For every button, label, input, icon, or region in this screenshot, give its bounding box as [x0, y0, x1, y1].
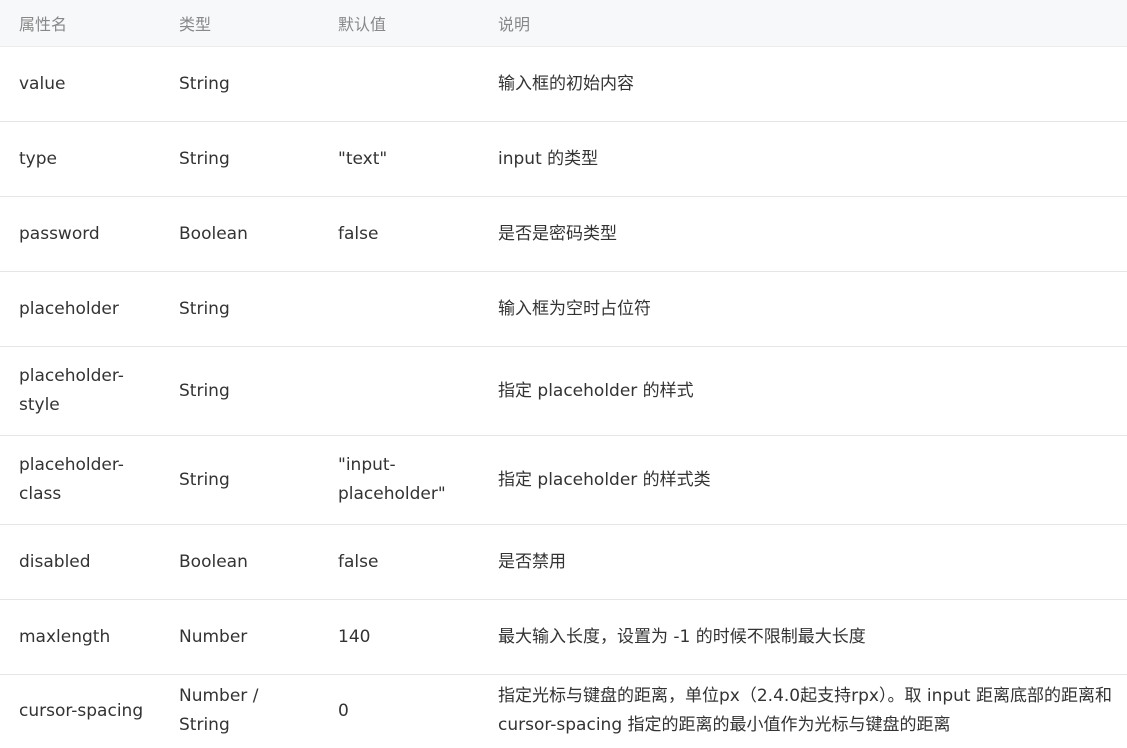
cell-type: String: [160, 121, 319, 197]
cell-description: 输入框为空时占位符: [479, 271, 1127, 347]
cell-type: String: [160, 346, 319, 436]
properties-table: 属性名 类型 默认值 说明 value String 输入框的初始内容 type…: [0, 0, 1127, 747]
cell-name: cursor-spacing: [19, 700, 144, 721]
cell-description: 指定光标与键盘的距离，单位px（2.4.0起支持rpx）。取 input 距离底…: [498, 686, 1112, 735]
cell-description: 是否是密码类型: [479, 196, 1127, 272]
cell-type: Number / String: [179, 686, 259, 735]
table-row: placeholder String 输入框为空时占位符: [0, 271, 1127, 347]
cell-type: Boolean: [160, 524, 319, 600]
cell-default: "input-placeholder": [319, 435, 479, 525]
table-row: disabled Boolean false 是否禁用: [0, 524, 1127, 600]
cell-default: [319, 346, 479, 436]
cell-type: String: [160, 271, 319, 347]
table-row: value String 输入框的初始内容: [0, 46, 1127, 122]
cell-type: Number: [160, 599, 319, 675]
table-header-row: 属性名 类型 默认值 说明: [0, 0, 1127, 47]
table-row: type String "text" input 的类型: [0, 121, 1127, 197]
table-row: cursor-spacing Number / String 0 指定光标与键盘…: [0, 675, 1127, 748]
cell-name: password: [0, 196, 160, 272]
table-row: password Boolean false 是否是密码类型: [0, 196, 1127, 272]
cell-name: disabled: [0, 524, 160, 600]
header-name: 属性名: [0, 0, 160, 47]
cell-default: "text": [319, 121, 479, 197]
cell-name: placeholder-class: [0, 435, 160, 525]
cell-description: 指定 placeholder 的样式: [479, 346, 1127, 436]
table-row: maxlength Number 140 最大输入长度，设置为 -1 的时候不限…: [0, 599, 1127, 675]
cell-default: 140: [319, 599, 479, 675]
cell-name: placeholder: [0, 271, 160, 347]
header-type: 类型: [160, 0, 319, 47]
cell-name: type: [0, 121, 160, 197]
table-row: placeholder-style String 指定 placeholder …: [0, 346, 1127, 436]
cell-type: String: [160, 46, 319, 122]
cell-description: 输入框的初始内容: [479, 46, 1127, 122]
cell-description: 最大输入长度，设置为 -1 的时候不限制最大长度: [479, 599, 1127, 675]
cell-name: value: [0, 46, 160, 122]
cell-default: false: [319, 524, 479, 600]
cell-description: 指定 placeholder 的样式类: [479, 435, 1127, 525]
cell-type: String: [160, 435, 319, 525]
cell-description: 是否禁用: [479, 524, 1127, 600]
cell-default: [319, 46, 479, 122]
cell-name: maxlength: [0, 599, 160, 675]
cell-default: false: [319, 196, 479, 272]
cell-description: input 的类型: [479, 121, 1127, 197]
cell-type: Boolean: [160, 196, 319, 272]
cell-name: placeholder-style: [0, 346, 160, 436]
cell-default: [319, 271, 479, 347]
header-default: 默认值: [319, 0, 479, 47]
table-row: placeholder-class String "input-placehol…: [0, 435, 1127, 525]
header-description: 说明: [479, 0, 1127, 47]
cell-default: 0: [338, 700, 349, 721]
